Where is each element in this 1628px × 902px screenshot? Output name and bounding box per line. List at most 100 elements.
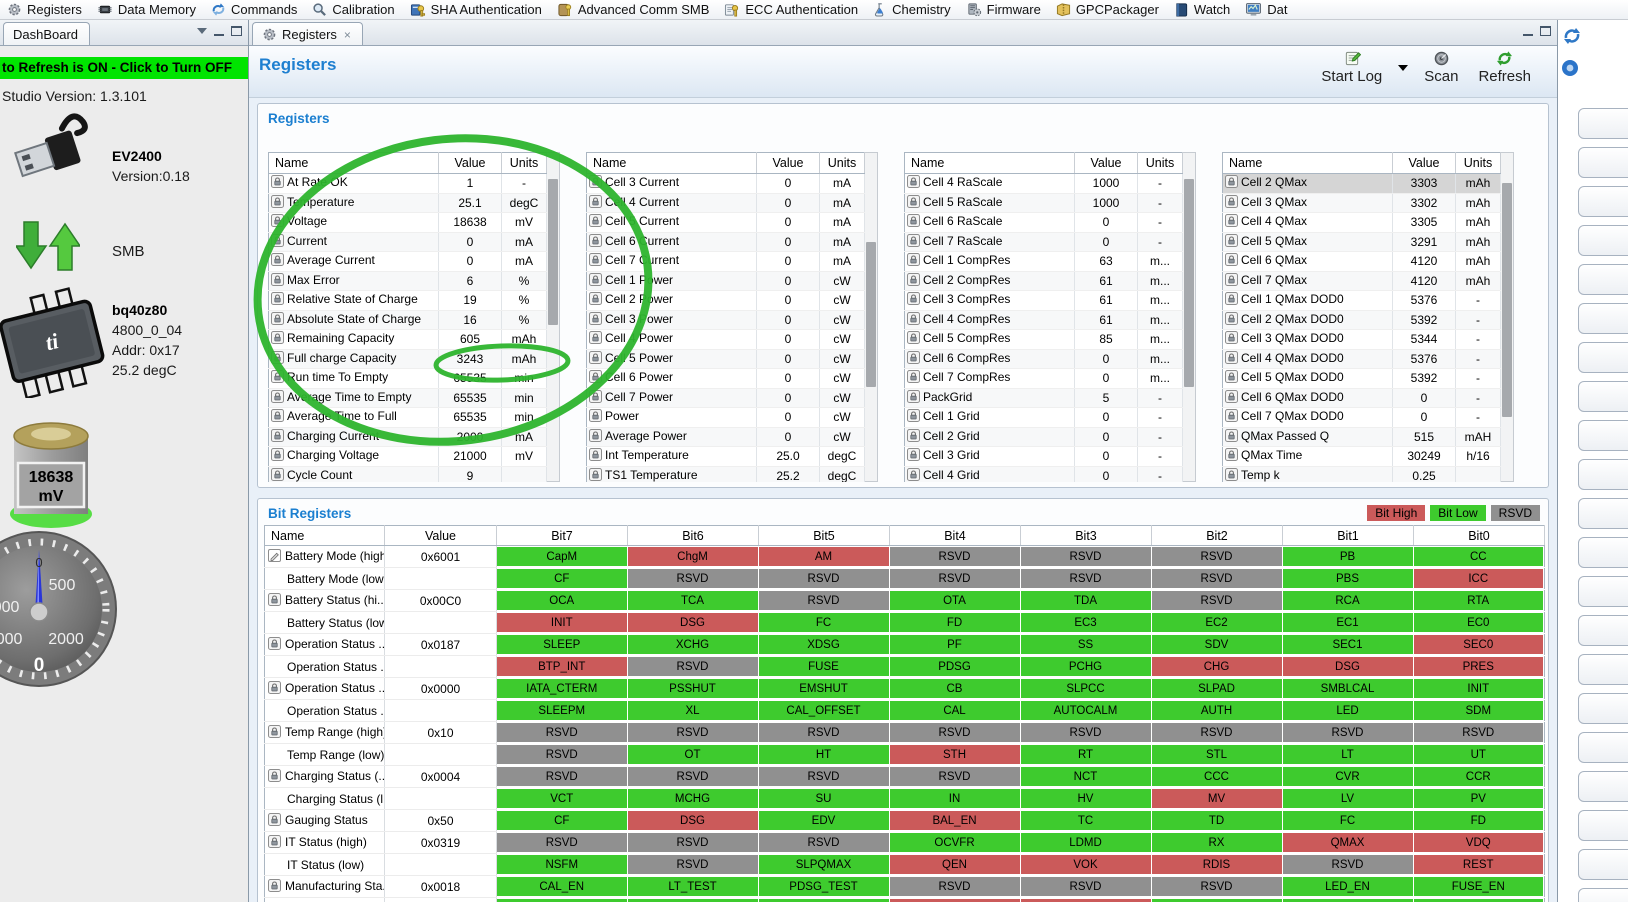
sync-blue-icon[interactable] [1562, 26, 1582, 46]
lock-icon[interactable] [268, 592, 281, 609]
command-button-edge[interactable] [1578, 654, 1628, 685]
scrollbar-thumb[interactable] [1502, 182, 1512, 417]
table-row[interactable]: Voltage 18638 mV [268, 212, 547, 233]
command-button-edge[interactable] [1578, 693, 1628, 724]
lock-icon[interactable] [1225, 233, 1238, 250]
lock-icon[interactable] [271, 409, 284, 425]
command-button-edge[interactable] [1578, 381, 1628, 412]
lock-icon[interactable] [907, 370, 920, 386]
lock-icon[interactable] [907, 448, 920, 464]
table-row[interactable]: Int Temperature 25.0 degC [586, 446, 865, 467]
table-row[interactable]: Cell 4 CompRes 61 m... [904, 310, 1183, 330]
lock-icon[interactable] [271, 350, 284, 367]
lock-icon[interactable] [268, 680, 281, 697]
command-button-edge[interactable] [1578, 498, 1628, 529]
lock-icon[interactable] [907, 409, 920, 425]
lock-icon[interactable] [907, 350, 920, 367]
bit-register-row[interactable]: Manufacturing Sta... BBR_ENPF_ENLF_ENFET_… [264, 897, 1545, 902]
table-row[interactable]: Cell 5 Current 0 mA [586, 212, 865, 233]
command-button-edge[interactable] [1578, 537, 1628, 568]
command-button-edge[interactable] [1578, 225, 1628, 256]
lock-icon[interactable] [271, 370, 284, 386]
lock-icon[interactable] [271, 448, 284, 464]
bit-register-row[interactable]: Temp Range (high) 0x10 RSVD RSVD RSVD RSVD RSV… [264, 721, 1545, 744]
table-row[interactable]: Cell 7 Current 0 mA [586, 251, 865, 272]
table-row[interactable]: Charging Current 2000 mA [268, 427, 547, 447]
bit-register-row[interactable]: Operation Status ... 0x0000 IATA_CTERM PSSH… [264, 677, 1545, 700]
start-log-button[interactable]: Start Log [1313, 50, 1390, 85]
table-row[interactable]: Absolute State of Charge 16% [268, 310, 547, 330]
tab-dashboard[interactable]: DashBoard [3, 22, 91, 45]
table-row[interactable]: Average Current 0 mA [268, 251, 547, 272]
lock-icon[interactable] [907, 253, 920, 269]
toolbar-item-data-memory[interactable]: Data Memory [92, 1, 206, 18]
lock-icon[interactable] [1225, 389, 1238, 406]
table-row[interactable]: Cell 5 CompRes 85 m... [904, 329, 1183, 350]
lock-icon[interactable] [1225, 292, 1238, 308]
table-row[interactable]: Cell 3 Current 0 mA [586, 173, 865, 194]
table-row[interactable]: Cell 4 RaScale 1000- [904, 173, 1183, 194]
table-row[interactable]: Cell 3 CompRes 61 m... [904, 290, 1183, 311]
table-row[interactable]: Cycle Count 9 [268, 466, 547, 482]
lock-icon[interactable] [589, 389, 602, 406]
lock-icon[interactable] [589, 175, 602, 191]
table-row[interactable]: Cell 1 QMax DOD0 5376- [1222, 290, 1501, 311]
lock-icon[interactable] [907, 194, 920, 211]
lock-icon[interactable] [271, 331, 284, 347]
toolbar-item-chemistry[interactable]: Chemistry [868, 1, 961, 18]
table-row[interactable]: Cell 3 QMax DOD0 5344- [1222, 329, 1501, 350]
bit-register-row[interactable]: Manufacturing Sta... 0x0018 CAL_EN LT_TEST P… [264, 875, 1545, 898]
lock-icon[interactable] [589, 253, 602, 269]
table-row[interactable]: QMax Passed Q 515 mAH [1222, 427, 1501, 447]
table-row[interactable]: QMax Time 30249 h/16 [1222, 446, 1501, 467]
table-row[interactable]: Cell 3 QMax 3302 mAh [1222, 193, 1501, 213]
lock-icon[interactable] [1225, 370, 1238, 386]
lock-icon[interactable] [268, 834, 281, 851]
bit-register-row[interactable]: IT Status (high) 0x0319 RSVD RSVD RSVD OCVFR L… [264, 831, 1545, 854]
lock-icon[interactable] [907, 233, 920, 250]
table-row[interactable]: Cell 7 Power 0 cW [586, 388, 865, 408]
command-button-edge[interactable] [1578, 849, 1628, 880]
table-row[interactable]: TS1 Temperature 25.2 degC [586, 466, 865, 482]
table-row[interactable]: Cell 7 QMax DOD0 0- [1222, 407, 1501, 428]
command-button-edge[interactable] [1578, 147, 1628, 178]
lock-icon[interactable] [589, 311, 602, 328]
table-row[interactable]: Full charge Capacity 3243 mAh [268, 349, 547, 369]
toolbar-item-sha-authentication[interactable]: SHA Authentication [405, 1, 552, 18]
bit-register-row[interactable]: Battery Mode (low) CF RSVD RSVD RSVD RSVD RSVD… [264, 567, 1545, 590]
toolbar-item-registers[interactable]: Registers [2, 1, 92, 18]
bit-register-row[interactable]: Operation Status ... BTP_INT RSVD FUSE PDSG P… [264, 655, 1545, 678]
lock-icon[interactable] [907, 467, 920, 482]
lock-icon[interactable] [1225, 272, 1238, 289]
command-button-edge[interactable] [1578, 888, 1628, 902]
table-row[interactable]: Remaining Capacity 605 mAh [268, 329, 547, 350]
table-row[interactable]: Cell 4 Grid 0- [904, 466, 1183, 482]
lock-icon[interactable] [589, 194, 602, 211]
lock-icon[interactable] [271, 311, 284, 328]
lock-icon[interactable] [907, 428, 920, 445]
lock-icon[interactable] [271, 233, 284, 250]
table-row[interactable]: Cell 6 RaScale 0- [904, 212, 1183, 233]
bit-register-row[interactable]: Operation Status ... SLEEPM XL CAL_OFFSET CA… [264, 699, 1545, 722]
lock-icon[interactable] [268, 878, 281, 895]
lock-icon[interactable] [271, 175, 284, 191]
table-row[interactable]: Cell 3 Grid 0- [904, 446, 1183, 467]
scan-button[interactable]: Scan [1416, 50, 1466, 85]
command-button-edge[interactable] [1578, 108, 1628, 139]
command-button-edge[interactable] [1578, 342, 1628, 373]
command-button-edge[interactable] [1578, 732, 1628, 763]
edit-icon[interactable] [268, 548, 281, 565]
table-row[interactable]: Cell 2 Power 0 cW [586, 290, 865, 311]
table-row[interactable]: Cell 1 Power 0 cW [586, 271, 865, 291]
bit-register-value[interactable]: 0x6001 [384, 545, 497, 568]
lock-icon[interactable] [589, 272, 602, 289]
close-icon[interactable]: × [344, 28, 351, 42]
table-row[interactable]: Cell 2 CompRes 61 m... [904, 271, 1183, 291]
table-row[interactable]: Cell 5 QMax 3291 mAh [1222, 232, 1501, 252]
lock-icon[interactable] [268, 724, 281, 741]
table-row[interactable]: Cell 5 QMax DOD0 5392- [1222, 368, 1501, 389]
table-row[interactable]: Cell 4 QMax DOD0 5376- [1222, 349, 1501, 369]
tab-registers[interactable]: Registers × [252, 22, 363, 45]
toolbar-item-firmware[interactable]: Firmware [961, 1, 1051, 18]
table-row[interactable]: Cell 2 QMax 3303 mAh [1222, 173, 1501, 194]
